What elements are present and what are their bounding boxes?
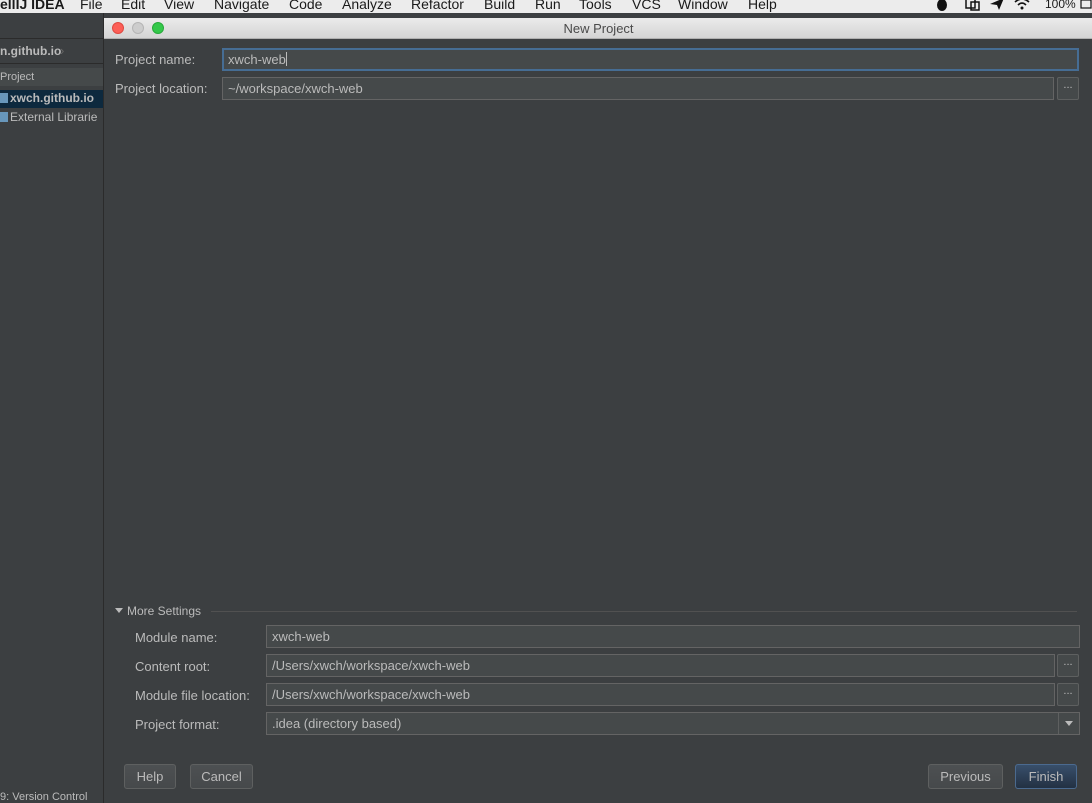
module-file-location-label: Module file location: — [135, 688, 250, 703]
new-project-dialog: New Project Project name: xwch-web Proje… — [103, 13, 1092, 803]
ide-toolbar-strip — [0, 13, 103, 39]
project-location-input[interactable]: ~/workspace/xwch-web — [222, 77, 1054, 100]
menu-navigate[interactable]: Navigate — [214, 0, 269, 12]
project-name-label: Project name: — [115, 52, 196, 67]
chevron-down-icon — [1058, 713, 1079, 734]
menu-analyze[interactable]: Analyze — [342, 0, 392, 12]
menu-build[interactable]: Build — [484, 0, 515, 12]
module-file-location-input[interactable]: /Users/xwch/workspace/xwch-web — [266, 683, 1055, 706]
tree-item-label: xwch.github.io — [10, 91, 94, 105]
finish-button[interactable]: Finish — [1015, 764, 1077, 789]
content-root-browse-button[interactable]: ... — [1057, 654, 1079, 677]
module-file-location-browse-button[interactable]: ... — [1057, 683, 1079, 706]
content-root-label: Content root: — [135, 659, 211, 674]
version-control-tab[interactable]: 9: Version Control — [0, 791, 87, 803]
previous-button[interactable]: Previous — [928, 764, 1003, 789]
menu-app-name[interactable]: ellIJ IDEA — [0, 0, 65, 12]
help-button[interactable]: Help — [124, 764, 176, 789]
project-format-label: Project format: — [135, 717, 220, 732]
qq-penguin-icon[interactable] — [935, 0, 949, 11]
tree-item-label: External Librarie — [10, 110, 98, 124]
paper-plane-icon[interactable] — [989, 0, 1005, 11]
menu-edit[interactable]: Edit — [121, 0, 145, 12]
project-format-select[interactable]: .idea (directory based) — [266, 712, 1080, 735]
menu-tools[interactable]: Tools — [579, 0, 612, 12]
project-format-value: .idea (directory based) — [272, 716, 402, 731]
breadcrumb[interactable]: n.github.io — [0, 44, 61, 58]
tree-item-external-libraries[interactable]: External Librarie — [0, 110, 97, 124]
menu-vcs[interactable]: VCS — [632, 0, 661, 12]
menu-file[interactable]: File — [80, 0, 103, 12]
tree-item-project-root[interactable]: xwch.github.io — [0, 91, 94, 105]
wifi-icon[interactable] — [1013, 0, 1031, 11]
dialog-title: New Project — [563, 21, 634, 36]
menu-refactor[interactable]: Refactor — [411, 0, 464, 12]
menubar: ellIJ IDEA File Edit View Navigate Code … — [0, 0, 1092, 13]
menu-run[interactable]: Run — [535, 0, 561, 12]
breadcrumb-chevron-icon: › — [60, 43, 65, 58]
cancel-button[interactable]: Cancel — [190, 764, 253, 789]
folder-icon — [0, 93, 8, 103]
project-name-input[interactable]: xwch-web — [222, 48, 1079, 71]
menu-window[interactable]: Window — [678, 0, 728, 12]
module-name-label: Module name: — [135, 630, 218, 645]
library-icon — [0, 112, 8, 122]
project-tool-tab[interactable]: Project — [0, 68, 103, 86]
module-name-input[interactable]: xwch-web — [266, 625, 1080, 648]
section-divider — [211, 611, 1077, 612]
menu-help[interactable]: Help — [748, 0, 777, 12]
project-location-label: Project location: — [115, 81, 208, 96]
menu-code[interactable]: Code — [289, 0, 322, 12]
content-root-input[interactable]: /Users/xwch/workspace/xwch-web — [266, 654, 1055, 677]
dialog-titlebar[interactable]: New Project — [104, 18, 1092, 39]
battery-icon[interactable] — [1080, 0, 1092, 11]
ide-project-sidebar: n.github.io › Project xwch.github.io Ext… — [0, 13, 103, 803]
more-settings-label: More Settings — [127, 604, 202, 618]
text-caret — [285, 52, 287, 66]
battery-percentage[interactable]: 100% — [1045, 0, 1076, 11]
menu-view[interactable]: View — [164, 0, 194, 12]
project-location-browse-button[interactable]: ... — [1057, 77, 1079, 100]
project-name-value: xwch-web — [228, 52, 286, 67]
disclosure-triangle-icon — [115, 608, 123, 613]
more-settings-toggle[interactable]: More Settings — [115, 604, 201, 618]
screen-share-icon[interactable] — [965, 0, 981, 11]
